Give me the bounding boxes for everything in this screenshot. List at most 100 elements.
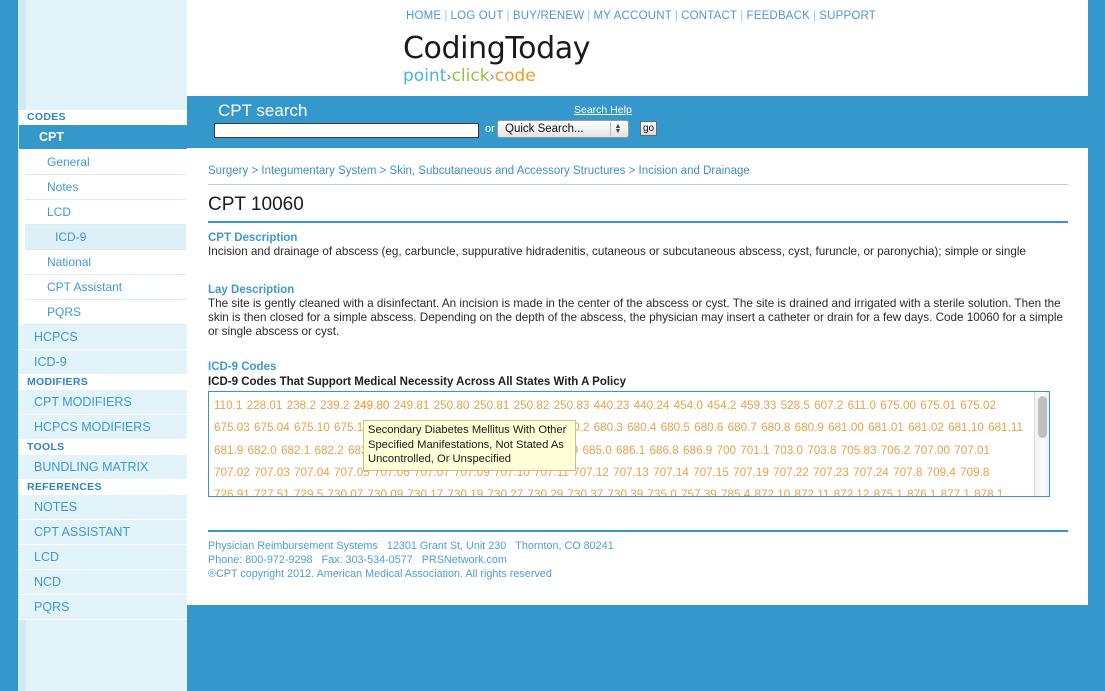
icd9-code[interactable]: 675.00 [880,399,916,412]
icd9-code[interactable]: 703.8 [807,444,836,457]
icd9-code[interactable]: 675.04 [254,421,290,434]
sidebar-item-cpt-assistant[interactable]: CPT ASSISTANT [19,520,187,545]
icd9-codes-scroll-thumb[interactable] [1038,396,1047,438]
icd9-code[interactable]: 707.00 [914,444,950,457]
breadcrumb[interactable]: Surgery > Integumentary System > Skin, S… [208,165,750,177]
icd9-code[interactable]: 876.1 [907,488,936,496]
icd9-code[interactable]: 681.01 [868,421,904,434]
icd9-code[interactable]: 707.12 [573,466,609,479]
sidebar-item-pqrs[interactable]: PQRS [25,300,186,325]
icd9-code[interactable]: 681.10 [948,421,984,434]
icd9-code[interactable]: 878.1 [974,488,1003,496]
icd9-code[interactable]: 707.23 [813,466,849,479]
icd9-code[interactable]: 250.83 [554,399,590,412]
sidebar-item-icd-9[interactable]: ICD-9 [19,350,187,375]
icd9-codes-scrollbar[interactable] [1034,392,1049,496]
icd9-code[interactable]: 682.7 [482,444,511,457]
icd9-code[interactable]: 607.2 [814,399,843,412]
icd9-code[interactable]: 682.8 [516,444,545,457]
icd9-code[interactable]: 707.02 [214,466,250,479]
utility-nav-item-log-out[interactable]: LOG OUT [451,10,504,22]
icd9-code[interactable]: 707.04 [294,466,330,479]
icd9-code[interactable]: 730.17 [408,488,444,496]
icd9-code[interactable]: 709.8 [960,466,989,479]
icd9-code[interactable]: 675.13 [413,421,449,434]
icd9-code[interactable]: 707.03 [254,466,290,479]
sidebar-item-bundling-matrix[interactable]: BUNDLING MATRIX [19,455,187,480]
icd9-code[interactable]: 680.9 [795,421,824,434]
icd9-code[interactable]: 707.15 [693,466,729,479]
icd9-code[interactable]: 680.1 [527,421,556,434]
icd9-code[interactable]: 249.81 [394,399,430,412]
site-logo[interactable]: CodingToday point›click›code [403,33,591,88]
icd9-code[interactable]: 682.0 [248,444,277,457]
quick-search-select[interactable]: Quick Search... ▲ ▼ [497,120,629,138]
icd9-code[interactable]: 730.29 [528,488,564,496]
utility-nav-item-my-account[interactable]: MY ACCOUNT [593,10,671,22]
icd9-code[interactable]: 877.1 [941,488,970,496]
icd9-code[interactable]: 686.9 [683,444,712,457]
icd9-code[interactable]: 707.22 [773,466,809,479]
search-help-link[interactable]: Search Help [574,104,632,116]
sidebar-item-ncd[interactable]: NCD [19,570,187,595]
icd9-code[interactable]: 440.24 [634,399,670,412]
icd9-code[interactable]: 239.2 [320,399,349,412]
search-input[interactable] [214,123,479,138]
icd9-codes-listbox[interactable]: 110.1 228.01 238.2 239.2 249.80 249.81 2… [208,391,1050,497]
go-button[interactable]: go [640,121,657,136]
utility-nav-item-contact[interactable]: CONTACT [681,10,737,22]
sidebar-item-hcpcs[interactable]: HCPCS [19,325,187,350]
icd9-code[interactable]: 680.3 [594,421,623,434]
sidebar-item-notes[interactable]: Notes [25,175,186,200]
sidebar-item-hcpcs-modifiers[interactable]: HCPCS MODIFIERS [19,415,187,440]
sidebar-item-cpt-modifiers[interactable]: CPT MODIFIERS [19,390,187,415]
icd9-code[interactable]: 703.0 [774,444,803,457]
icd9-code[interactable]: 680.0 [493,421,522,434]
icd9-code[interactable]: 250.82 [514,399,550,412]
icd9-code[interactable]: 675.11 [334,421,369,434]
icd9-code[interactable]: 686.1 [616,444,645,457]
icd9-code[interactable]: 675.03 [214,421,250,434]
icd9-code[interactable]: 454.2 [707,399,736,412]
icd9-code[interactable]: 528.5 [781,399,810,412]
icd9-code[interactable]: 707.06 [374,466,410,479]
icd9-code[interactable]: 757.39 [681,488,717,496]
icd9-code[interactable]: 709.4 [927,466,956,479]
icd9-code[interactable]: 707.13 [613,466,649,479]
icd9-code[interactable]: 726.91 [214,488,250,496]
icd9-code[interactable]: 250.80 [434,399,470,412]
icd9-code[interactable]: 707.09 [454,466,490,479]
utility-nav-item-feedback[interactable]: FEEDBACK [746,10,810,22]
icd9-code[interactable]: 682.5 [415,444,444,457]
icd9-code[interactable]: 875.1 [874,488,903,496]
icd9-code[interactable]: 707.10 [494,466,530,479]
icd9-code[interactable]: 675.14 [453,421,489,434]
icd9-code[interactable]: 682.6 [449,444,478,457]
icd9-code[interactable]: 872.10 [755,488,791,496]
sidebar-item-national[interactable]: National [25,250,186,275]
icd9-code[interactable]: 675.12 [373,421,409,434]
icd9-code[interactable]: 707.11 [534,466,569,479]
icd9-code[interactable]: 730.27 [488,488,524,496]
sidebar-item-lcd[interactable]: LCD [25,200,186,225]
utility-nav-item-support[interactable]: SUPPORT [819,10,876,22]
icd9-code[interactable]: 685.0 [583,444,612,457]
icd9-code[interactable]: 706.2 [881,444,910,457]
sidebar-item-cpt[interactable]: CPT [19,125,187,150]
icd9-code[interactable]: 705.83 [841,444,877,457]
icd9-code[interactable]: 681.02 [908,421,944,434]
icd9-code[interactable]: 872.11 [795,488,830,496]
icd9-code[interactable]: 682.3 [348,444,377,457]
icd9-code[interactable]: 454.0 [674,399,703,412]
icd9-code[interactable]: 727.51 [254,488,290,496]
icd9-code[interactable]: 701.1 [740,444,769,457]
icd9-code[interactable]: 680.2 [560,421,589,434]
icd9-code[interactable]: 707.07 [414,466,450,479]
icd9-code[interactable]: 680.7 [728,421,757,434]
icd9-code[interactable]: 730.09 [368,488,404,496]
icd9-code[interactable]: 707.01 [954,444,990,457]
icd9-code[interactable]: 250.81 [474,399,510,412]
icd9-code[interactable]: 110.1 [214,399,242,412]
icd9-code[interactable]: 682.4 [382,444,411,457]
icd9-code[interactable]: 707.05 [334,466,370,479]
